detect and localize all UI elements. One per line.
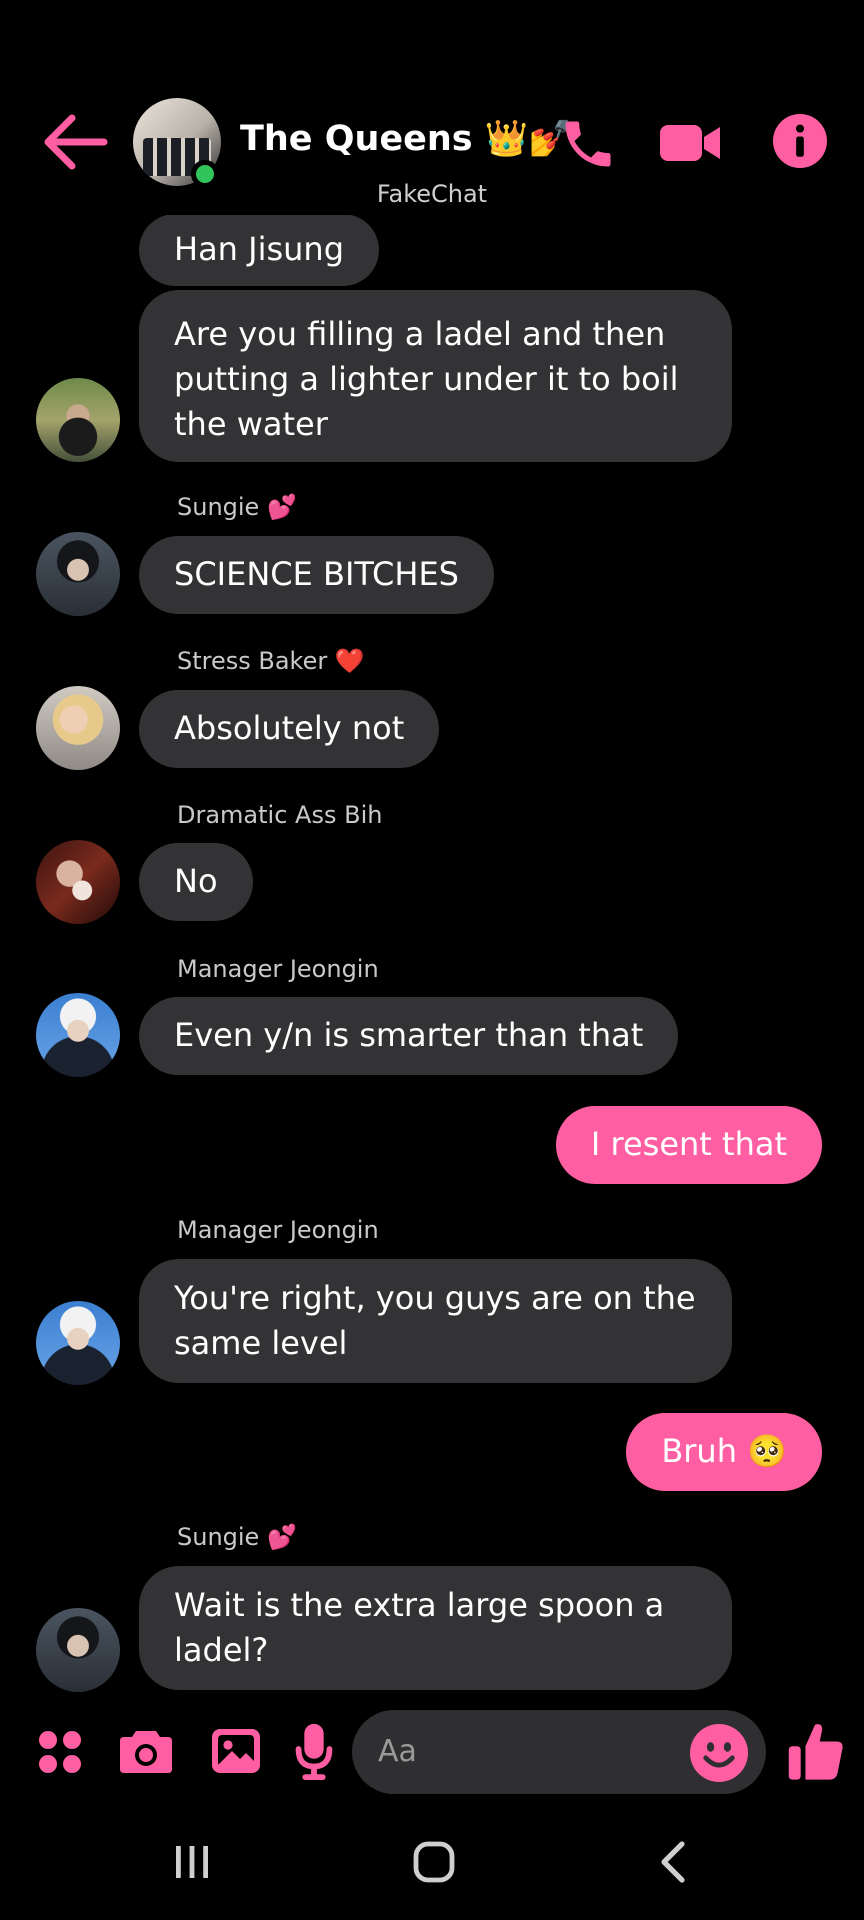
chat-subtitle: FakeChat xyxy=(0,180,864,208)
message-bubble[interactable]: Absolutely not xyxy=(139,690,440,768)
emoji-icon[interactable] xyxy=(690,1724,748,1782)
avatar[interactable] xyxy=(36,686,120,770)
message-text: putting a lighter under it to boil xyxy=(174,360,679,398)
sender-label: Dramatic Ass Bih xyxy=(177,801,383,829)
message-bubble[interactable]: SCIENCE BITCHES xyxy=(139,536,494,614)
message-text: Absolutely not xyxy=(174,709,405,747)
sender-name: Manager Jeongin xyxy=(177,1216,379,1244)
chat-header: The Queens 👑💅 FakeChat xyxy=(0,0,864,215)
message-text: You're right, you guys are on the xyxy=(174,1279,696,1317)
message-bubble[interactable]: Are you filling a ladel and then putting… xyxy=(139,290,732,462)
message-text: No xyxy=(174,862,218,900)
avatar[interactable] xyxy=(36,532,120,616)
sender-label: Manager Jeongin xyxy=(177,1216,379,1244)
avatar[interactable] xyxy=(36,993,120,1077)
info-icon[interactable] xyxy=(773,114,827,168)
subtitle-text: FakeChat xyxy=(376,180,488,208)
system-navbar xyxy=(0,1820,864,1920)
message-list[interactable]: Han Jisung Are you filling a ladel and t… xyxy=(0,0,864,1700)
message-bubble[interactable]: You're right, you guys are on the same l… xyxy=(139,1259,732,1383)
sender-name: Sungie 💕 xyxy=(177,493,297,521)
phone-icon[interactable] xyxy=(558,114,618,174)
gallery-icon[interactable] xyxy=(210,1726,262,1776)
message-bubble[interactable]: Han Jisung xyxy=(139,214,379,286)
message-text: Even y/n is smarter than that xyxy=(174,1016,644,1054)
message-text: the water xyxy=(174,405,328,443)
message-text: Bruh 🥺 xyxy=(661,1432,787,1470)
sender-emoji: ❤️ xyxy=(334,647,365,675)
recent-apps-icon[interactable] xyxy=(172,1842,212,1882)
avatar[interactable] xyxy=(36,1301,120,1385)
sender-emoji: 💕 xyxy=(266,493,297,521)
thumbs-up-icon[interactable] xyxy=(786,1720,844,1782)
sender-label: Manager Jeongin xyxy=(177,955,379,983)
avatar[interactable] xyxy=(36,840,120,924)
message-text: Are you filling a ladel and then xyxy=(174,315,666,353)
back-arrow-icon[interactable] xyxy=(42,112,110,172)
mic-icon[interactable] xyxy=(294,1722,334,1780)
sender-name: Dramatic Ass Bih xyxy=(177,801,382,829)
message-bubble-outgoing[interactable]: Bruh 🥺 xyxy=(626,1413,822,1491)
message-bubble[interactable]: Even y/n is smarter than that xyxy=(139,997,679,1075)
message-bubble[interactable]: No xyxy=(139,843,253,921)
message-text: Wait is the extra large spoon a xyxy=(174,1586,665,1624)
home-icon[interactable] xyxy=(412,1840,456,1884)
message-input[interactable]: Aa xyxy=(352,1710,766,1794)
back-icon[interactable] xyxy=(654,1840,694,1884)
message-text: I resent that xyxy=(590,1125,787,1163)
sender-name: Manager Jeongin xyxy=(177,955,379,983)
message-text: same level xyxy=(174,1324,348,1362)
input-placeholder: Aa xyxy=(378,1734,417,1769)
sender-name: Stress Baker ❤️ xyxy=(177,647,365,675)
sender-label: Stress Baker xyxy=(177,647,328,675)
message-text: Han Jisung xyxy=(174,230,344,268)
sender-label: Sungie xyxy=(177,493,260,521)
camera-icon[interactable] xyxy=(118,1726,174,1776)
chat-title[interactable]: The Queens 👑💅 xyxy=(240,118,572,159)
sender-name: Sungie 💕 xyxy=(177,1523,297,1551)
apps-icon[interactable] xyxy=(36,1728,84,1776)
message-bubble[interactable]: Wait is the extra large spoon a ladel? xyxy=(139,1566,732,1690)
message-bubble-outgoing[interactable]: I resent that xyxy=(555,1106,822,1184)
message-text: SCIENCE BITCHES xyxy=(174,555,459,593)
message-text: ladel? xyxy=(174,1631,269,1669)
sender-label: Sungie xyxy=(177,1523,260,1551)
avatar[interactable] xyxy=(36,1608,120,1692)
sender-emoji: 💕 xyxy=(266,1523,297,1551)
video-icon[interactable] xyxy=(658,118,722,168)
avatar[interactable] xyxy=(36,378,120,462)
